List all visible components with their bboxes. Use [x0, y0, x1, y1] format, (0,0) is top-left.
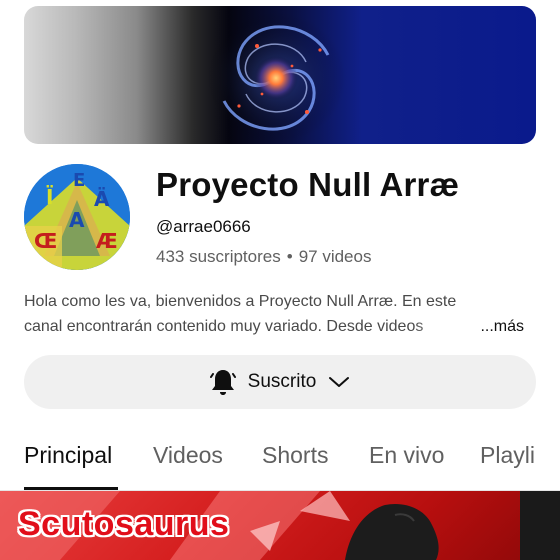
channel-name: Proyecto Null Arræ: [156, 166, 460, 203]
subscribed-button[interactable]: Suscrito: [24, 355, 536, 409]
avatar-letter: Œ: [34, 229, 57, 253]
channel-tabs: Principal Videos Shorts En vivo Playli: [0, 430, 560, 490]
tab-shorts[interactable]: Shorts: [262, 442, 328, 469]
channel-stats: 433 suscriptores • 97 videos: [156, 247, 371, 267]
channel-description[interactable]: Hola como les va, bienvenidos a Proyecto…: [24, 289, 534, 339]
galaxy-image: [206, 12, 346, 144]
avatar-letter: Æ: [96, 229, 118, 253]
subscriber-count: 433 suscriptores: [156, 247, 281, 266]
more-link[interactable]: ...más: [476, 314, 524, 339]
bell-icon: [209, 370, 236, 395]
channel-handle: @arrae0666: [156, 217, 251, 236]
subscribe-label: Suscrito: [247, 371, 317, 392]
tab-principal[interactable]: Principal: [24, 442, 112, 469]
tab-en-vivo[interactable]: En vivo: [369, 442, 444, 469]
description-line: canal encontrarán contenido muy variado.…: [24, 318, 424, 335]
featured-video-thumbnail[interactable]: Scutosaurus: [0, 491, 560, 560]
description-line-truncated: canal encontrarán contenido muy variado.…: [24, 314, 534, 339]
thumbnail-title: Scutosaurus: [18, 505, 230, 543]
tab-playlists[interactable]: Playli: [480, 442, 535, 469]
channel-avatar[interactable]: E Ï Ä A Œ Æ: [24, 164, 130, 270]
description-line: Hola como les va, bienvenidos a Proyecto…: [24, 293, 457, 310]
chevron-down-icon: [329, 377, 350, 387]
tab-videos[interactable]: Videos: [153, 442, 223, 469]
channel-banner: [24, 6, 536, 144]
avatar-letter: Ï: [46, 185, 53, 209]
avatar-letter: A: [69, 208, 85, 232]
stats-separator: •: [286, 247, 293, 266]
text-fade: [412, 314, 472, 339]
avatar-letter: Ä: [94, 187, 110, 211]
avatar-letter: E: [73, 170, 85, 191]
video-count: 97 videos: [298, 247, 372, 266]
